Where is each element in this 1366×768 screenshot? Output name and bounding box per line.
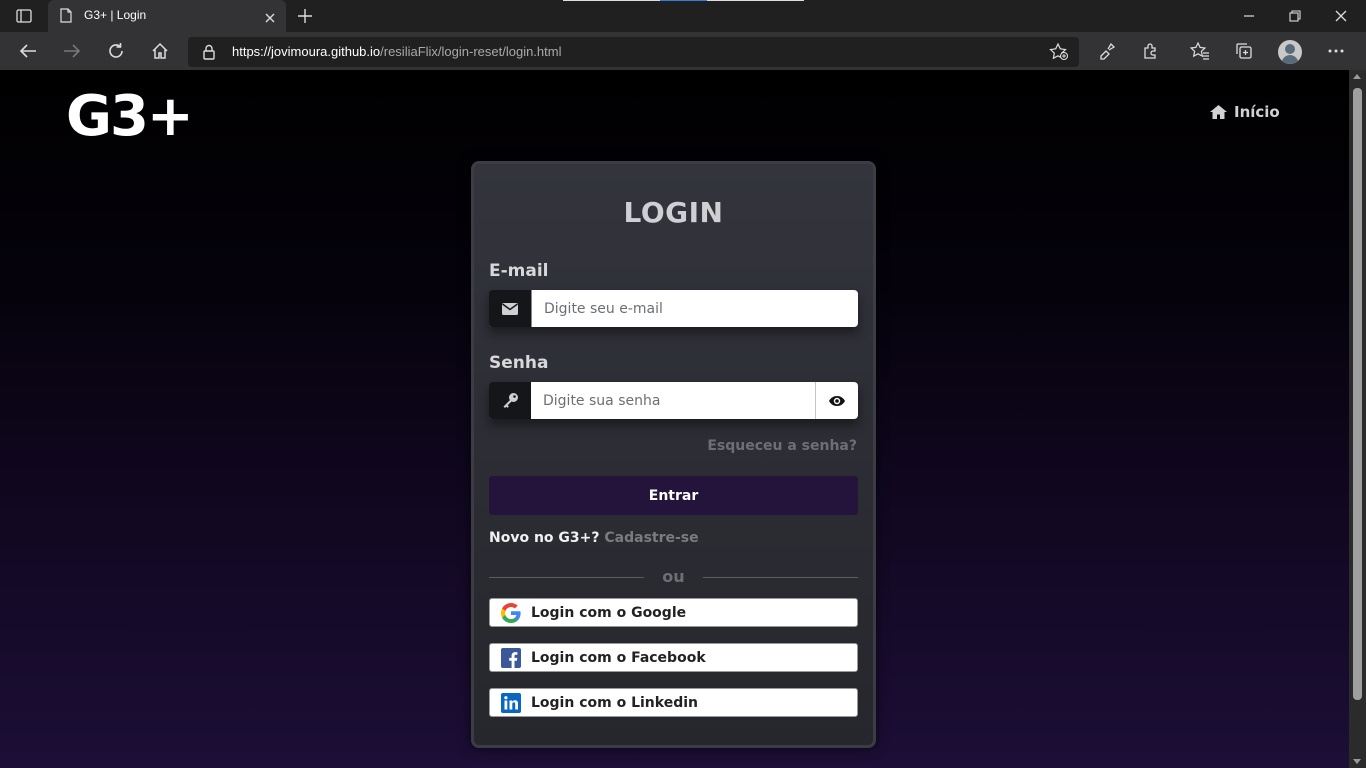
browser-tab[interactable]: G3+ | Login: [48, 0, 286, 32]
profile-avatar[interactable]: [1278, 40, 1302, 64]
restore-icon[interactable]: [1283, 6, 1307, 26]
email-input[interactable]: [531, 290, 858, 327]
email-label: E-mail: [489, 261, 549, 281]
page-scrollbar[interactable]: [1349, 70, 1366, 768]
minimize-icon[interactable]: [1237, 6, 1261, 26]
envelope-icon: [489, 290, 531, 327]
address-bar[interactable]: https://jovimoura.github.io/resiliaFlix/…: [188, 37, 1079, 67]
collections-icon[interactable]: [1232, 39, 1256, 63]
login-submit-button[interactable]: Entrar: [489, 476, 858, 515]
favorites-icon[interactable]: [1188, 39, 1212, 63]
home-icon: [1210, 105, 1227, 119]
signup-row: Novo no G3+? Cadastre-se: [489, 530, 699, 546]
page-icon: [60, 8, 72, 27]
email-input-group: [489, 290, 858, 327]
add-favorite-icon[interactable]: [1049, 42, 1069, 65]
forward-icon[interactable]: [59, 39, 85, 63]
login-title: LOGIN: [623, 196, 724, 229]
forgot-password-link[interactable]: Esqueceu a senha?: [707, 438, 857, 454]
nav-home-label: Início: [1234, 103, 1280, 121]
signup-link[interactable]: Cadastre-se: [604, 530, 698, 546]
password-input[interactable]: [531, 382, 815, 419]
signup-prompt: Novo no G3+?: [489, 530, 600, 546]
tab-title: G3+ | Login: [84, 8, 147, 22]
browser-toolbar: https://jovimoura.github.io/resiliaFlix/…: [0, 32, 1366, 70]
google-login-label: Login com o Google: [531, 604, 687, 621]
linkedin-login-label: Login com o Linkedin: [531, 694, 698, 711]
scrollbar-thumb[interactable]: [1353, 88, 1362, 700]
password-input-group: [489, 382, 858, 419]
read-aloud-icon[interactable]: [1095, 39, 1119, 63]
facebook-login-button[interactable]: Login com o Facebook: [489, 643, 858, 672]
login-card: LOGIN E-mail Senha Esqueceu a senha? Ent…: [471, 161, 876, 748]
new-tab-icon[interactable]: [294, 6, 316, 26]
home-icon[interactable]: [147, 39, 173, 63]
lock-icon[interactable]: [202, 44, 216, 64]
password-label: Senha: [489, 353, 549, 373]
url-text[interactable]: https://jovimoura.github.io/resiliaFlix/…: [232, 44, 561, 59]
drag-indicator: [563, 0, 804, 1]
scroll-down-arrow-icon[interactable]: [1353, 759, 1361, 764]
browser-tab-bar: G3+ | Login: [0, 0, 1366, 32]
more-menu-icon[interactable]: [1324, 39, 1348, 63]
url-host: https://jovimoura.github.io: [232, 44, 381, 59]
linkedin-icon: [500, 692, 522, 714]
close-window-icon[interactable]: [1329, 6, 1353, 26]
linkedin-login-button[interactable]: Login com o Linkedin: [489, 688, 858, 717]
page-content: G3+ Início LOGIN E-mail Senha Esqueceu a…: [0, 70, 1349, 768]
show-password-icon[interactable]: [815, 382, 858, 419]
divider-line-right: [703, 577, 858, 578]
refresh-icon[interactable]: [103, 39, 129, 63]
scroll-up-arrow-icon[interactable]: [1353, 74, 1361, 79]
site-logo[interactable]: G3+: [66, 84, 194, 149]
tab-actions-icon[interactable]: [12, 6, 36, 26]
extensions-icon[interactable]: [1139, 39, 1163, 63]
google-login-button[interactable]: Login com o Google: [489, 598, 858, 627]
google-icon: [500, 602, 522, 624]
nav-home-link[interactable]: Início: [1209, 103, 1280, 121]
facebook-login-label: Login com o Facebook: [531, 649, 706, 666]
back-icon[interactable]: [15, 39, 41, 63]
facebook-icon: [500, 647, 522, 669]
close-tab-icon[interactable]: [264, 9, 276, 28]
url-path: /resiliaFlix/login-reset/login.html: [380, 44, 562, 59]
key-icon: [489, 382, 531, 419]
